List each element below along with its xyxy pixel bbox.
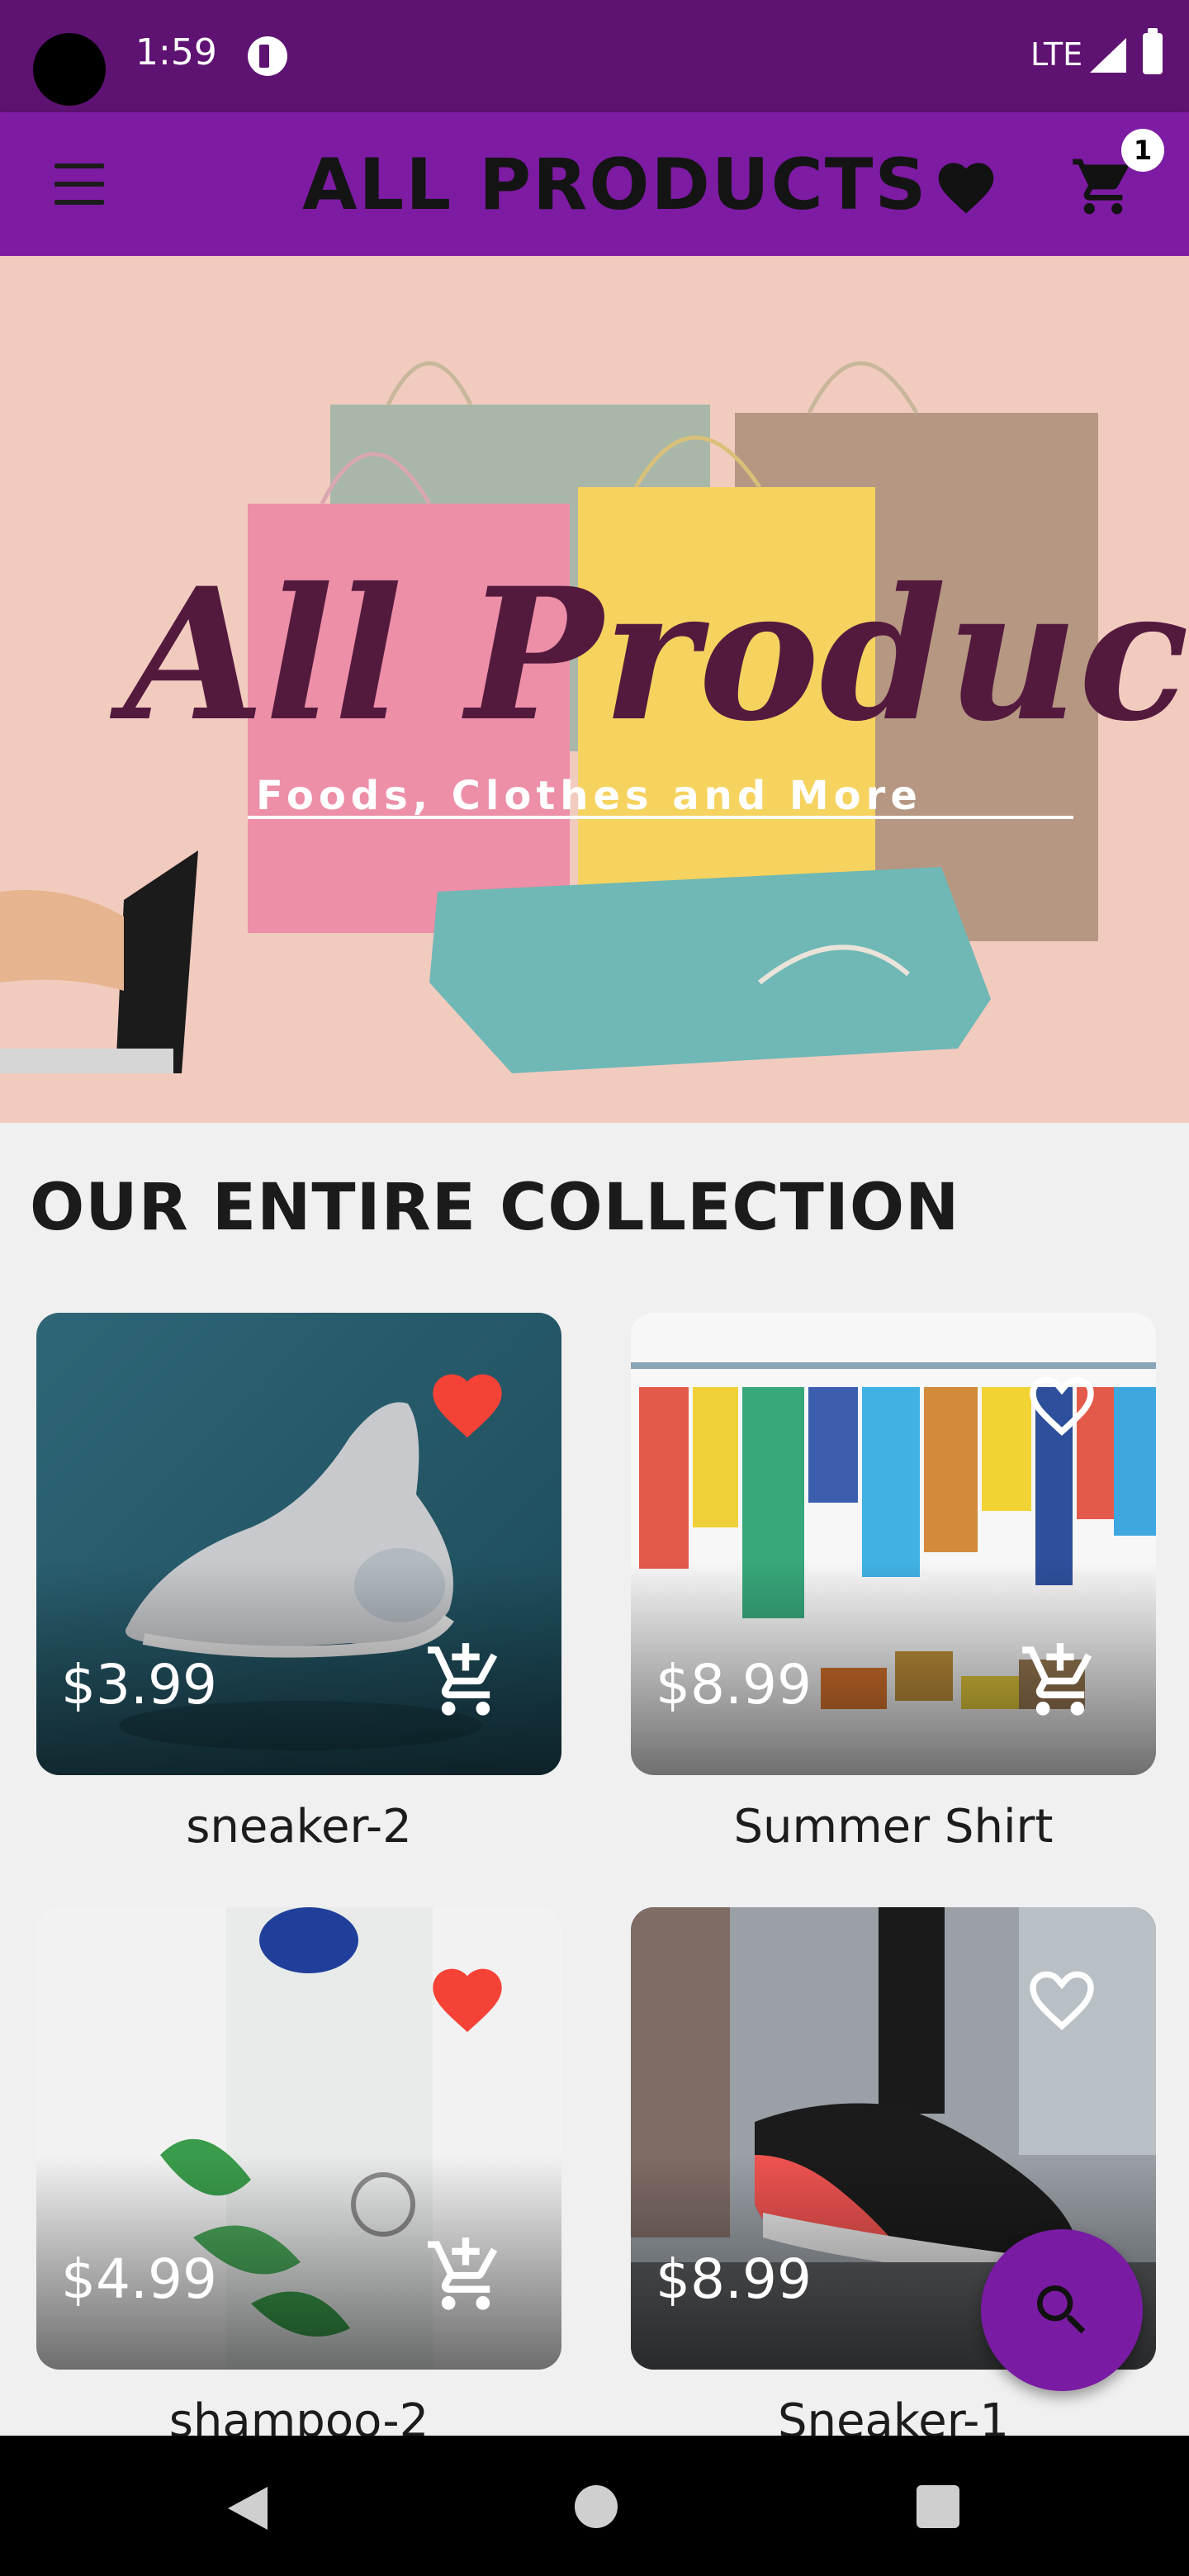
search-fab[interactable] bbox=[981, 2229, 1143, 2391]
add-cart-icon[interactable] bbox=[424, 2234, 507, 2317]
product-price: $3.99 bbox=[61, 1653, 217, 1717]
product-price: $8.99 bbox=[656, 1653, 812, 1717]
product-price: $4.99 bbox=[61, 2247, 217, 2311]
banner-headline: All Products bbox=[109, 547, 1189, 761]
page-title: ALL PRODUCTS bbox=[302, 144, 928, 226]
product-card[interactable]: $3.99 bbox=[36, 1313, 561, 1775]
search-icon bbox=[1037, 2285, 1086, 2334]
product-card[interactable]: $4.99 bbox=[36, 1907, 561, 2370]
app-bar: ALL PRODUCTS bbox=[0, 112, 1189, 256]
home-icon[interactable] bbox=[573, 2484, 619, 2530]
add-cart-icon[interactable] bbox=[1019, 1640, 1101, 1722]
heart-icon[interactable] bbox=[426, 1958, 509, 2034]
heart-outline-icon[interactable] bbox=[1021, 1958, 1103, 2034]
status-bar: 1:59 LTE bbox=[0, 0, 1189, 112]
back-icon[interactable] bbox=[225, 2484, 271, 2533]
signal-icon bbox=[1090, 38, 1126, 73]
camera-cutout bbox=[33, 33, 106, 106]
network-type: LTE bbox=[1030, 36, 1083, 73]
cart-count-badge: 1 bbox=[1121, 129, 1164, 172]
product-name: Summer Shirt bbox=[733, 1800, 1054, 1854]
section-title: OUR ENTIRE COLLECTION bbox=[30, 1171, 960, 1245]
product-name: sneaker-2 bbox=[186, 1800, 412, 1854]
recents-icon[interactable] bbox=[915, 2484, 961, 2530]
banner-tagline: Foods, Clothes and More bbox=[256, 773, 922, 819]
shopping-bags-illustration: All Products Foods, Clothes and More bbox=[0, 256, 1189, 1123]
add-cart-icon[interactable] bbox=[424, 1640, 507, 1722]
heart-outline-icon[interactable] bbox=[1021, 1364, 1103, 1440]
status-time: 1:59 bbox=[135, 31, 217, 73]
product-price: $8.99 bbox=[656, 2247, 812, 2311]
battery-icon bbox=[1143, 28, 1163, 74]
notification-icon bbox=[248, 36, 287, 76]
menu-icon[interactable] bbox=[50, 163, 109, 208]
heart-icon[interactable] bbox=[933, 154, 999, 216]
hero-banner: All Products Foods, Clothes and More bbox=[0, 256, 1189, 1123]
heart-icon[interactable] bbox=[426, 1364, 509, 1440]
system-nav-bar bbox=[0, 2436, 1189, 2576]
product-card[interactable]: $8.99 bbox=[631, 1313, 1156, 1775]
